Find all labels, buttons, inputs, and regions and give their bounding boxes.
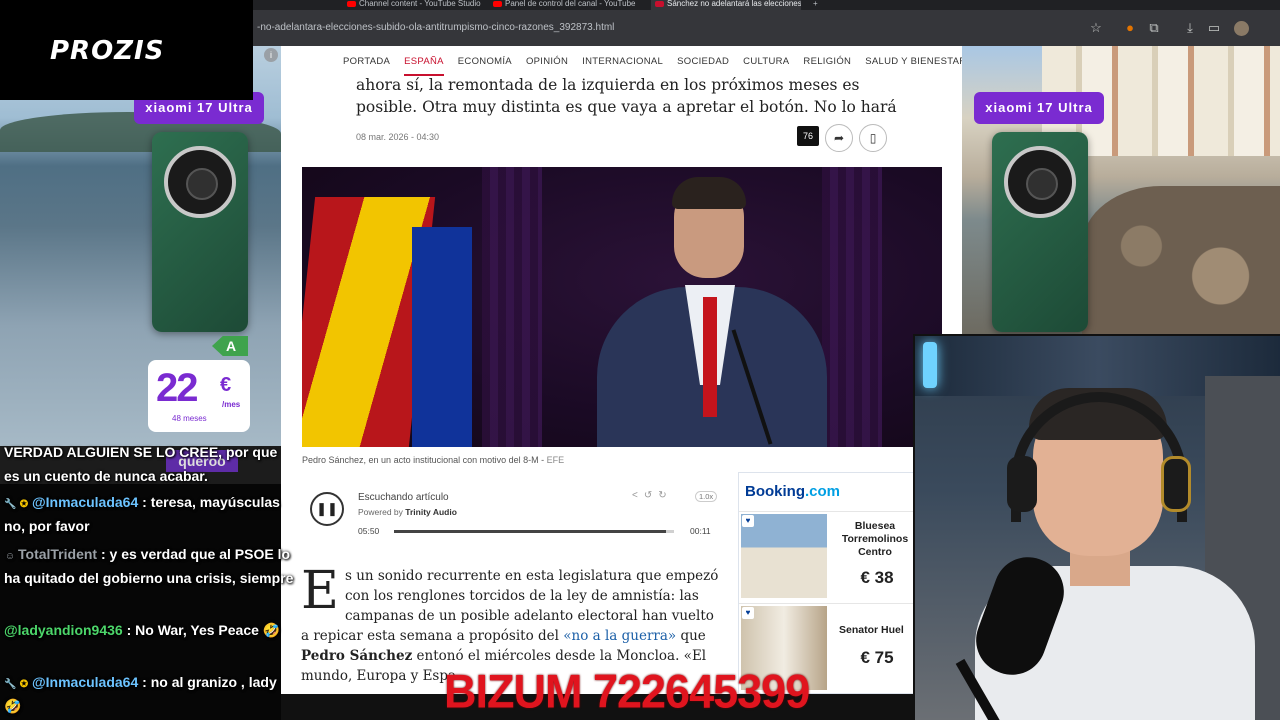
member-badge-icon: ✪	[19, 499, 29, 510]
sponsor-banner: PROZIS	[0, 0, 253, 100]
eu-flag	[412, 227, 472, 447]
profile-avatar[interactable]	[1234, 21, 1249, 36]
energy-label: A	[212, 336, 248, 356]
progress-bar[interactable]	[394, 530, 674, 533]
chat-message: VERDAD ALGUIEN SE LO CREE, por que es un…	[4, 444, 278, 484]
elapsed-time: 05:50	[358, 526, 380, 536]
youtube-icon	[347, 1, 356, 7]
camera-module	[1004, 146, 1076, 218]
chat-user-icon: ☺	[4, 551, 16, 562]
member-badge-icon: ✪	[19, 679, 29, 690]
remaining-time: 00:11	[690, 526, 711, 536]
tab-panel-control[interactable]: Panel de control del canal - YouTube	[489, 0, 649, 10]
hotel-image	[741, 514, 827, 598]
nav-salud[interactable]: SALUD Y BIENESTAR	[865, 56, 962, 67]
heart-icon[interactable]: ♥	[742, 515, 754, 527]
download-icon[interactable]: ⤓	[1182, 20, 1198, 36]
chat-message: 🔧 ✪ @Inmaculada64 : teresa, mayúsculas no,…	[4, 494, 280, 534]
bizum-overlay: BIZUM 722645399	[444, 664, 810, 719]
led-light	[923, 342, 937, 388]
photo-caption: Pedro Sánchez, en un acto institucional …	[302, 455, 565, 465]
camera-module	[164, 146, 236, 218]
chat-message: @ladyandion9436 : No War, Yes Peace 🤣	[4, 622, 281, 638]
nav-internacional[interactable]: INTERNACIONAL	[582, 56, 663, 67]
article-photo	[302, 167, 942, 447]
dropcap: E	[301, 561, 339, 621]
inline-link[interactable]: «no a la guerra»	[563, 628, 676, 644]
progress-fill	[394, 530, 666, 533]
nav-opinion[interactable]: OPINIÓN	[526, 56, 568, 67]
player-title: Escuchando artículo	[358, 492, 449, 503]
booking-ad[interactable]: Booking.com ♥ Bluesea Torremolinos Centr…	[738, 472, 919, 694]
tab-channel-content[interactable]: Channel content - YouTube Studio	[343, 0, 488, 10]
heart-icon[interactable]: ♥	[742, 607, 754, 619]
share-icon[interactable]: ➦	[825, 124, 853, 152]
prozis-logo: PROZIS	[50, 36, 165, 66]
puzzle-icon[interactable]: ⧉	[1146, 20, 1162, 36]
speed-button[interactable]: 1.0x	[695, 491, 718, 502]
nav-economia[interactable]: ECONOMÍA	[458, 56, 512, 67]
article-subhead: ahora sí, la remontada de la izquierda e…	[356, 76, 897, 116]
booking-logo: Booking.com	[745, 483, 841, 500]
wrench-icon: 🔧	[4, 499, 17, 510]
chat-message: ☺ TotalTrident : y es verdad que al PSOE …	[4, 546, 294, 586]
wrench-icon: 🔧	[4, 679, 17, 690]
player-powered-by: Powered by Trinity Audio	[358, 507, 457, 517]
site-favicon-icon	[655, 1, 664, 7]
phone-image	[992, 132, 1088, 332]
nav-cultura[interactable]: CULTURA	[743, 56, 789, 67]
live-chat: VERDAD ALGUIEN SE LO CREE, por que es un…	[0, 440, 300, 720]
player-controls[interactable]: <↺↻	[632, 490, 673, 501]
hotel-card[interactable]: ♥ Bluesea Torremolinos Centro € 38	[739, 511, 919, 599]
ad-info-icon[interactable]: i	[264, 48, 278, 62]
youtube-icon	[493, 1, 502, 7]
webcam-feed	[913, 334, 1280, 720]
bookmark-icon[interactable]: ▯	[859, 124, 887, 152]
comments-count-button[interactable]: 76	[797, 126, 819, 146]
new-tab-button[interactable]: +	[813, 0, 827, 10]
price-card: 22 € /mes 48 meses	[148, 360, 250, 432]
article-page: PORTADA ESPAÑA ECONOMÍA OPINIÓN INTERNAC…	[281, 46, 962, 694]
url-field[interactable]: -no-adelantara-elecciones-subido-ola-ant…	[257, 22, 614, 33]
article-date: 08 mar. 2026 - 04:30	[356, 132, 440, 142]
address-bar: -no-adelantara-elecciones-subido-ola-ant…	[253, 10, 1280, 46]
audio-player: ❚❚ Escuchando artículo Powered by Trinit…	[302, 482, 722, 544]
section-nav: PORTADA ESPAÑA ECONOMÍA OPINIÓN INTERNAC…	[281, 46, 962, 76]
phone-image	[152, 132, 248, 332]
nav-religion[interactable]: RELIGIÓN	[803, 56, 851, 67]
screen: Channel content - YouTube Studio Panel d…	[0, 0, 1280, 720]
xiaomi-ad-right[interactable]: xiaomi 17 Ultra	[962, 46, 1280, 336]
xiaomi-ad-left[interactable]: xiaomi 17 Ultra A 22 € /mes 48 meses	[0, 46, 281, 446]
xiaomi-badge: xiaomi 17 Ultra	[974, 92, 1104, 124]
extension-icon[interactable]: ●	[1122, 20, 1138, 36]
tab-article[interactable]: Sánchez no adelantará las elecciones	[651, 0, 801, 10]
nav-espana[interactable]: ESPAÑA	[404, 56, 444, 76]
nav-portada[interactable]: PORTADA	[343, 56, 390, 67]
chat-message: 🔧 ✪ @Inmaculada64 : no al granizo , lady 🤣	[4, 674, 277, 714]
split-icon[interactable]: ▭	[1206, 20, 1222, 36]
star-icon[interactable]: ☆	[1088, 20, 1104, 36]
nav-sociedad[interactable]: SOCIEDAD	[677, 56, 729, 67]
tab-strip: Channel content - YouTube Studio Panel d…	[253, 0, 1280, 10]
pause-button[interactable]: ❚❚	[310, 492, 344, 526]
